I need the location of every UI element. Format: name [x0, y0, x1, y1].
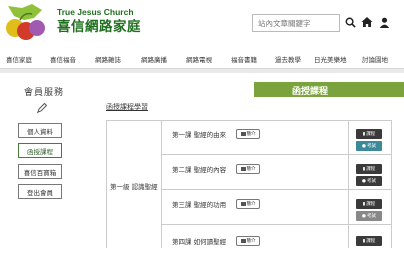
- lesson-title: 第四課 如何讀聖經: [172, 238, 227, 246]
- course-button-label: 課程: [366, 202, 376, 207]
- search-input[interactable]: [252, 14, 340, 32]
- user-icon: ●: [362, 143, 366, 149]
- intro-button[interactable]: 簡介: [236, 199, 260, 209]
- nav-divider: [0, 68, 404, 73]
- intro-button-label: 簡介: [246, 132, 256, 137]
- nav-item-magazine[interactable]: 網路雜誌: [95, 54, 121, 64]
- course-button[interactable]: ▮ 課程: [356, 164, 382, 174]
- lesson-title: 第一課 聖經的由來: [172, 131, 227, 139]
- lesson-title: 第二課 聖經的內容: [172, 166, 227, 174]
- main-nav: 喜信家庭 喜信福音 網路雜誌 網路廣播 網路電視 福音書籍 過去教學 日光美樂地…: [0, 50, 404, 68]
- user-icon: ●: [362, 178, 366, 184]
- nav-item-teaching[interactable]: 過去教學: [275, 54, 301, 64]
- test-button[interactable]: ● 考試: [356, 176, 382, 186]
- sidebar-item-logout[interactable]: 登出會員: [18, 184, 62, 199]
- nav-item-tv[interactable]: 網路電視: [186, 54, 212, 64]
- intro-button-label: 簡介: [246, 202, 256, 207]
- book-icon: ▮: [362, 131, 366, 137]
- book-icon: [240, 132, 246, 136]
- sidebar-title: 會員服務: [24, 88, 65, 98]
- nav-item-radio[interactable]: 網路廣播: [141, 54, 167, 64]
- test-button[interactable]: ● 考試: [356, 211, 382, 221]
- nav-item-home[interactable]: 喜信家庭: [6, 54, 32, 64]
- test-button-label: 考試: [366, 179, 376, 184]
- level-label: 第一級 認識聖經: [110, 183, 158, 191]
- book-icon: [240, 239, 246, 243]
- test-button[interactable]: ● 考試: [356, 141, 382, 151]
- nav-item-books[interactable]: 福音書籍: [231, 54, 257, 64]
- sidebar-item-courses[interactable]: 函授課程: [18, 143, 62, 158]
- book-icon: [240, 202, 246, 206]
- intro-button[interactable]: 簡介: [236, 164, 260, 174]
- search-icon[interactable]: [343, 15, 357, 29]
- book-icon: ▮: [362, 201, 366, 207]
- test-button-label: 考試: [366, 214, 376, 219]
- home-icon[interactable]: [360, 15, 374, 29]
- sidebar-item-label: 個人資料: [27, 127, 53, 136]
- nav-item-gospel[interactable]: 喜信福音: [50, 54, 76, 64]
- intro-button-label: 簡介: [246, 239, 256, 244]
- site-header: True Jesus Church 喜信網路家庭: [0, 0, 404, 44]
- book-icon: [240, 167, 246, 171]
- course-button[interactable]: ▮ 課程: [356, 129, 382, 139]
- lesson-title: 第三課 聖經的功用: [172, 201, 227, 209]
- book-icon: ▮: [362, 238, 366, 244]
- user-icon: ●: [362, 213, 366, 219]
- sidebar-item-label: 函授課程: [27, 147, 53, 156]
- intro-button-label: 簡介: [246, 167, 256, 172]
- course-button[interactable]: ▮ 課程: [356, 199, 382, 209]
- book-icon: ▮: [362, 166, 366, 172]
- church-logo[interactable]: [2, 2, 52, 44]
- nav-item-sunlight[interactable]: 日光美樂地: [314, 54, 347, 64]
- course-button-label: 課程: [366, 132, 376, 137]
- user-icon[interactable]: [377, 15, 391, 29]
- pencil-icon: [37, 102, 48, 114]
- course-button-label: 課程: [366, 167, 376, 172]
- intro-button[interactable]: 簡介: [236, 129, 260, 139]
- section-title: 函授課程學習: [106, 103, 148, 111]
- sidebar-item-profile[interactable]: 個人資料: [18, 123, 62, 138]
- sidebar-item-treasure[interactable]: 喜信百寶箱: [18, 164, 62, 179]
- nav-item-forum[interactable]: 討論園地: [362, 54, 388, 64]
- course-button-label: 課程: [366, 239, 376, 244]
- sidebar-item-label: 登出會員: [27, 188, 53, 197]
- course-button[interactable]: ▮ 課程: [356, 236, 382, 246]
- test-button-label: 考試: [366, 144, 376, 149]
- brand-chinese: 喜信網路家庭: [57, 19, 141, 35]
- intro-button[interactable]: 簡介: [236, 236, 260, 246]
- sidebar-item-label: 喜信百寶箱: [23, 168, 57, 177]
- page-banner: 函授課程: [254, 82, 404, 97]
